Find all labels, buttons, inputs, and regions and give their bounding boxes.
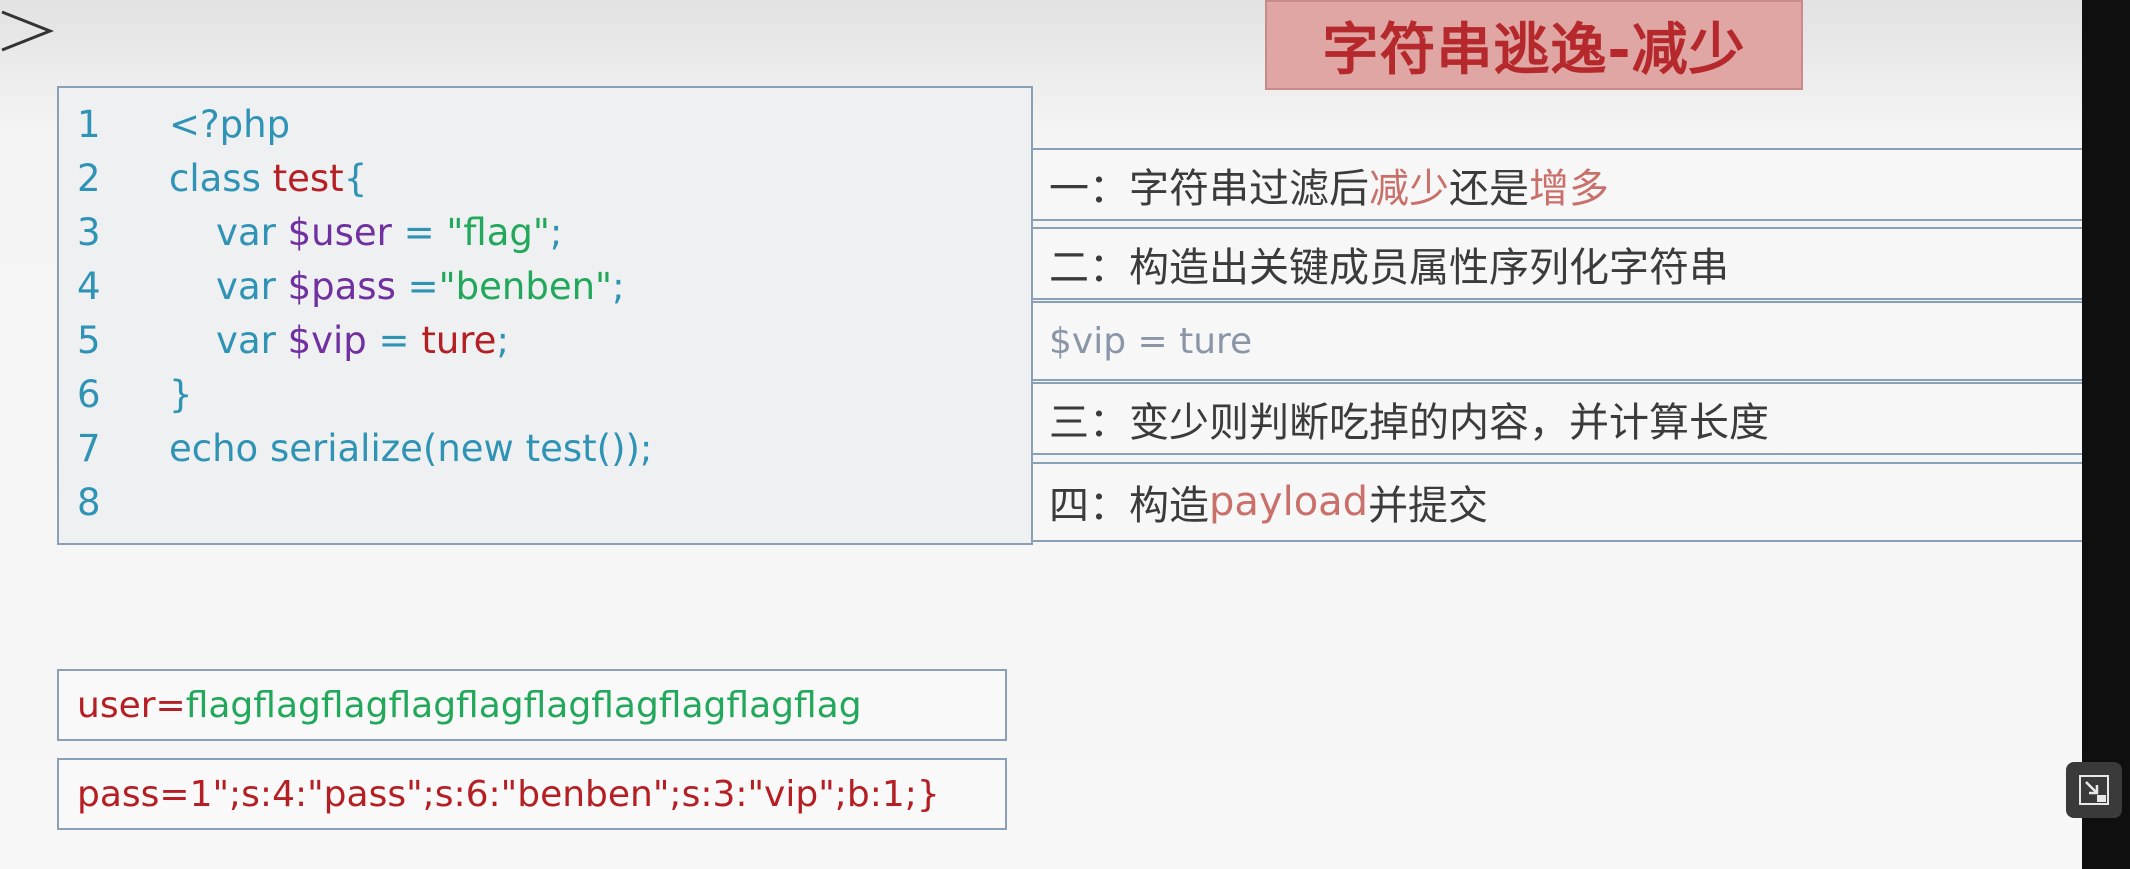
step-4: 三：变少则判断吃掉的内容，并计算长度 <box>1033 382 2082 455</box>
code-token: test <box>272 157 344 200</box>
step-3: $vip = ture <box>1033 301 2082 381</box>
step-text: 四：构造 <box>1049 483 1209 529</box>
steps-list: 一：字符串过滤后 减少 还是 增多二：构造出关键成员属性序列化字符串 $vip = tu… <box>1033 148 2082 542</box>
pass-output-text: pass=1";s:4:"pass";s:6:"benben";s:3:"vip… <box>77 773 940 815</box>
code-token: $vip <box>287 319 367 362</box>
step-text: 并提交 <box>1368 483 1489 529</box>
user-output-value: flagflagflagflagflagflagflagflagflagflag <box>185 684 862 726</box>
step-2: 二：构造出关键成员属性序列化字符串 <box>1033 227 2082 300</box>
code-text: <?php <box>169 98 290 152</box>
code-token: = <box>391 211 447 254</box>
step-text: 三：变少则判断吃掉的内容，并计算长度 <box>1049 399 1769 446</box>
line-number: 2 <box>77 157 101 200</box>
code-line: 2 class test{ <box>59 152 1029 206</box>
code-panel: 1 <?php 2 class test{3 var $user = "flag"; 4… <box>57 86 1033 545</box>
code-token: var <box>169 265 288 308</box>
right-edge-strip <box>2082 0 2130 869</box>
step-text: 还是 <box>1449 165 1529 212</box>
code-text: var $vip = ture; <box>169 314 509 368</box>
user-output-box: user= flagflagflagflagflagflagflagflagfla… <box>57 669 1007 741</box>
code-token: $user <box>287 211 392 254</box>
pass-output-box: pass=1";s:4:"pass";s:6:"benben";s:3:"vip… <box>57 758 1007 830</box>
code-token: $pass <box>287 265 396 308</box>
code-text: } <box>169 368 193 422</box>
code-token: echo serialize(new test()); <box>169 427 653 470</box>
code-token: var <box>169 319 288 362</box>
step-text: $vip = ture <box>1049 320 1253 362</box>
line-number: 7 <box>77 427 101 470</box>
line-number: 6 <box>77 373 101 416</box>
step-5: 四：构造 payload 并提交 <box>1033 462 2082 542</box>
code-token: ; <box>496 319 509 362</box>
exit-fullscreen-icon[interactable] <box>2066 762 2122 818</box>
code-text: class test{ <box>169 152 367 206</box>
code-token: { <box>343 157 368 200</box>
code-token: ; <box>549 211 563 254</box>
line-number: 5 <box>77 319 101 362</box>
line-number: 4 <box>77 265 101 308</box>
code-text: var $user = "flag"; <box>169 206 562 260</box>
code-token: = <box>395 265 439 308</box>
code-token: ; <box>612 265 625 308</box>
step-1: 一：字符串过滤后 减少 还是 增多 <box>1033 148 2082 221</box>
step-text: 增多 <box>1529 165 1609 212</box>
code-token: } <box>169 373 193 416</box>
code-line: 3 var $user = "flag"; <box>59 206 1029 260</box>
code-token: ture <box>421 319 497 362</box>
code-token: "flag" <box>446 211 550 254</box>
chevron-right-icon[interactable] <box>0 8 56 54</box>
code-text: echo serialize(new test()); <box>169 422 652 476</box>
code-line: 5 var $vip = ture; <box>59 314 1029 368</box>
user-output-label: user= <box>77 684 186 726</box>
slide-title: 字符串逃逸-减少 <box>1265 0 1803 90</box>
code-token: class <box>169 157 273 200</box>
line-number: 3 <box>77 211 101 254</box>
step-text: 减少 <box>1369 165 1449 212</box>
step-text: 一：字符串过滤后 <box>1049 165 1369 212</box>
code-line: 8 <box>59 476 1029 530</box>
code-line: 6} <box>59 368 1029 422</box>
code-text: var $pass ="benben"; <box>169 260 625 314</box>
step-text: payload <box>1209 479 1369 525</box>
code-token: "benben" <box>438 265 613 308</box>
step-text: 二：构造出关键成员属性序列化字符串 <box>1049 244 1729 291</box>
code-token: = <box>366 319 422 362</box>
code-line: 4 var $pass ="benben"; <box>59 260 1029 314</box>
code-token: <?php <box>169 103 291 146</box>
code-line: 7 echo serialize(new test()); <box>59 422 1029 476</box>
line-number: 8 <box>77 481 101 524</box>
line-number: 1 <box>77 103 101 146</box>
code-line: 1 <?php <box>59 98 1029 152</box>
slide-title-text: 字符串逃逸-减少 <box>1322 17 1746 83</box>
code-token: var <box>169 211 288 254</box>
